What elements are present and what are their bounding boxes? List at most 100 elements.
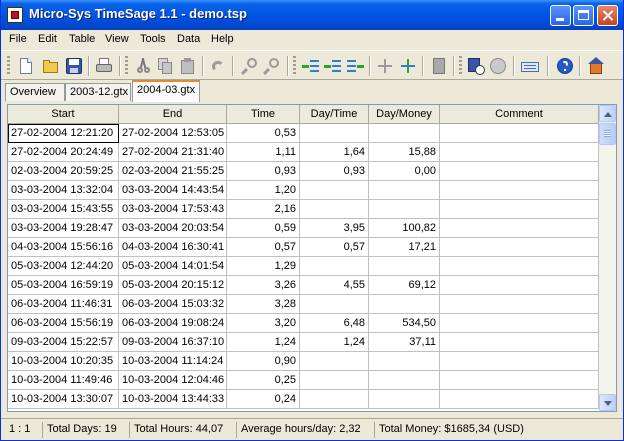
table-cell-comment[interactable] <box>440 200 599 219</box>
table-cell-end[interactable]: 06-03-2004 19:08:24 <box>119 314 227 333</box>
table-cell-time[interactable]: 1,20 <box>227 181 300 200</box>
minimize-button[interactable] <box>550 5 571 26</box>
table-cell-end[interactable]: 03-03-2004 14:43:54 <box>119 181 227 200</box>
keyboard-icon[interactable] <box>521 57 539 75</box>
table-cell-day-time[interactable]: 3,95 <box>300 219 369 238</box>
calculator-clock-icon[interactable] <box>467 57 485 75</box>
stop-icon[interactable] <box>489 57 507 75</box>
table-cell-start[interactable]: 04-03-2004 15:56:16 <box>8 238 119 257</box>
scroll-down-button[interactable] <box>599 394 616 411</box>
toolbar-grip[interactable] <box>7 56 10 76</box>
table-cell-time[interactable]: 1,11 <box>227 143 300 162</box>
table-cell-start[interactable]: 27-02-2004 20:24:49 <box>8 143 119 162</box>
table-cell-start[interactable]: 03-03-2004 19:28:47 <box>8 219 119 238</box>
insert-row-before-icon[interactable] <box>302 57 320 75</box>
column-header-day-money[interactable]: Day/Money <box>369 105 440 124</box>
table-cell-day-money[interactable]: 0,00 <box>369 162 440 181</box>
table-cell-start[interactable]: 09-03-2004 15:22:57 <box>8 333 119 352</box>
menu-tools[interactable]: Tools <box>140 33 166 45</box>
table-cell-day-money[interactable] <box>369 181 440 200</box>
column-header-comment[interactable]: Comment <box>440 105 599 124</box>
merge-rows-icon[interactable] <box>376 57 394 75</box>
table-cell-day-money[interactable] <box>369 295 440 314</box>
table-cell-comment[interactable] <box>440 162 599 181</box>
menu-data[interactable]: Data <box>177 33 200 45</box>
table-cell-day-money[interactable] <box>369 200 440 219</box>
menu-help[interactable]: Help <box>211 33 234 45</box>
undo-icon[interactable] <box>209 57 227 75</box>
toolbar-grip[interactable] <box>459 56 462 76</box>
table-cell-end[interactable]: 05-03-2004 14:01:54 <box>119 257 227 276</box>
paste-icon[interactable] <box>179 57 197 75</box>
table-cell-end[interactable]: 05-03-2004 20:15:12 <box>119 276 227 295</box>
menu-edit[interactable]: Edit <box>38 33 57 45</box>
table-cell-time[interactable]: 0,25 <box>227 371 300 390</box>
menu-table[interactable]: Table <box>69 33 95 45</box>
table-cell-time[interactable]: 2,16 <box>227 200 300 219</box>
column-header-start[interactable]: Start <box>8 105 119 124</box>
table-cell-time[interactable]: 3,20 <box>227 314 300 333</box>
table-cell-start[interactable]: 27-02-2004 12:21:20 <box>8 124 119 143</box>
table-cell-comment[interactable] <box>440 124 599 143</box>
table-cell-comment[interactable] <box>440 314 599 333</box>
table-cell-day-time[interactable] <box>300 352 369 371</box>
table-cell-day-time[interactable] <box>300 181 369 200</box>
table-cell-start[interactable]: 03-03-2004 13:32:04 <box>8 181 119 200</box>
table-cell-time[interactable]: 0,90 <box>227 352 300 371</box>
table-cell-day-time[interactable]: 4,55 <box>300 276 369 295</box>
table-cell-start[interactable]: 05-03-2004 12:44:20 <box>8 257 119 276</box>
table-cell-day-money[interactable]: 69,12 <box>369 276 440 295</box>
copy-icon[interactable] <box>156 57 174 75</box>
table-cell-time[interactable]: 0,53 <box>227 124 300 143</box>
table-cell-end[interactable]: 27-02-2004 12:53:05 <box>119 124 227 143</box>
column-header-time[interactable]: Time <box>227 105 300 124</box>
table-cell-day-time[interactable]: 1,64 <box>300 143 369 162</box>
maximize-button[interactable] <box>573 5 594 26</box>
table-cell-time[interactable]: 0,57 <box>227 238 300 257</box>
table-cell-start[interactable]: 06-03-2004 15:56:19 <box>8 314 119 333</box>
table-cell-comment[interactable] <box>440 238 599 257</box>
table-cell-comment[interactable] <box>440 219 599 238</box>
table-cell-end[interactable]: 09-03-2004 16:37:10 <box>119 333 227 352</box>
find-icon[interactable] <box>240 57 259 76</box>
table-cell-end[interactable]: 10-03-2004 13:44:33 <box>119 390 227 409</box>
print-icon[interactable] <box>95 57 113 75</box>
table-cell-day-time[interactable] <box>300 257 369 276</box>
table-cell-time[interactable]: 0,24 <box>227 390 300 409</box>
table-cell-comment[interactable] <box>440 181 599 200</box>
menu-file[interactable]: File <box>9 33 27 45</box>
table-cell-start[interactable]: 10-03-2004 10:20:35 <box>8 352 119 371</box>
table-cell-day-money[interactable] <box>369 352 440 371</box>
cut-icon[interactable] <box>134 57 152 75</box>
table-cell-start[interactable]: 05-03-2004 16:59:19 <box>8 276 119 295</box>
insert-row-after-icon[interactable] <box>346 57 364 75</box>
table-cell-end[interactable]: 10-03-2004 11:14:24 <box>119 352 227 371</box>
table-cell-end[interactable]: 10-03-2004 12:04:46 <box>119 371 227 390</box>
table-cell-time[interactable]: 1,24 <box>227 333 300 352</box>
table-cell-day-time[interactable] <box>300 371 369 390</box>
table-cell-day-money[interactable]: 37,11 <box>369 333 440 352</box>
open-folder-icon[interactable] <box>42 57 60 75</box>
table-cell-day-money[interactable] <box>369 257 440 276</box>
table-cell-comment[interactable] <box>440 371 599 390</box>
table-cell-time[interactable]: 3,26 <box>227 276 300 295</box>
table-cell-day-time[interactable] <box>300 390 369 409</box>
table-cell-day-time[interactable] <box>300 124 369 143</box>
table-cell-day-time[interactable]: 0,93 <box>300 162 369 181</box>
table-cell-start[interactable]: 02-03-2004 20:59:25 <box>8 162 119 181</box>
table-cell-day-money[interactable]: 534,50 <box>369 314 440 333</box>
title-bar[interactable]: Micro-Sys TimeSage 1.1 - demo.tsp <box>1 0 623 30</box>
column-header-end[interactable]: End <box>119 105 227 124</box>
table-cell-comment[interactable] <box>440 257 599 276</box>
replace-icon[interactable] <box>262 57 281 76</box>
table-cell-end[interactable]: 06-03-2004 15:03:32 <box>119 295 227 314</box>
scroll-thumb[interactable] <box>599 123 616 145</box>
table-cell-end[interactable]: 03-03-2004 20:03:54 <box>119 219 227 238</box>
table-cell-day-time[interactable]: 6,48 <box>300 314 369 333</box>
menu-view[interactable]: View <box>105 33 129 45</box>
table-cell-time[interactable]: 0,93 <box>227 162 300 181</box>
column-header-day-time[interactable]: Day/Time <box>300 105 369 124</box>
save-icon[interactable] <box>65 57 83 75</box>
table-cell-comment[interactable] <box>440 295 599 314</box>
table-cell-start[interactable]: 06-03-2004 11:46:31 <box>8 295 119 314</box>
